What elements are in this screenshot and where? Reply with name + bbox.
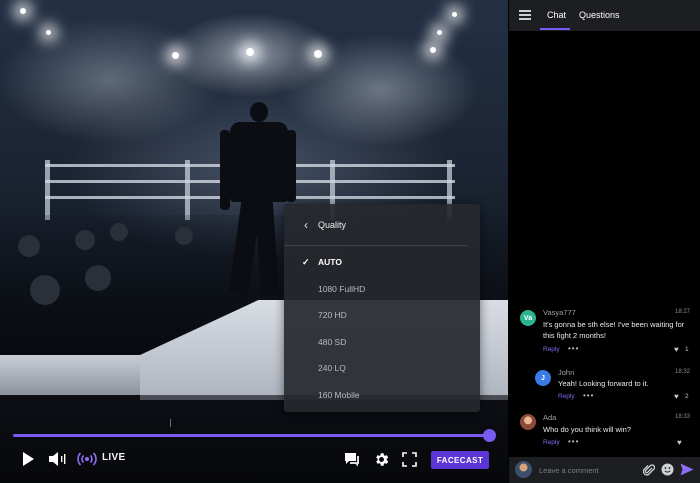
more-options-icon[interactable]: ••• (568, 344, 579, 353)
progress-handle[interactable] (483, 429, 496, 442)
comment-text-line: Who do you think will win? (543, 425, 631, 434)
stage-light (437, 30, 442, 35)
tab-questions[interactable]: Questions (579, 10, 620, 20)
facecast-button[interactable]: FACECAST (431, 451, 489, 469)
quality-menu-title: Quality (318, 219, 347, 230)
progress-bar[interactable] (13, 434, 489, 437)
quality-option-label: 720 HD (318, 310, 347, 321)
chat-panel: Chat Questions Va Vasya777 18:27 It's go… (509, 0, 700, 483)
like-count: 2 (685, 393, 689, 400)
reply-link[interactable]: Reply (543, 346, 560, 353)
stage-light (430, 47, 436, 53)
quality-option-1080[interactable]: 1080 FullHD (284, 276, 480, 303)
like-count: 1 (685, 346, 689, 353)
stage-light (20, 8, 26, 14)
quality-option-240[interactable]: 240 LQ (284, 355, 480, 382)
chat-header: Chat Questions (509, 0, 700, 31)
volume-icon[interactable] (48, 451, 68, 467)
play-icon[interactable] (21, 451, 35, 467)
chat-toggle-icon[interactable] (344, 452, 360, 467)
emoji-icon[interactable] (661, 463, 674, 476)
quality-menu-back[interactable]: ‹ Quality (284, 204, 468, 246)
heart-icon[interactable]: ♥ (677, 438, 682, 447)
quality-option-label: 1080 FullHD (318, 283, 366, 294)
paperclip-icon[interactable] (642, 463, 656, 477)
avatar (520, 414, 536, 430)
comment-author: Ada (543, 413, 557, 422)
quality-option-160[interactable]: 160 Mobile (284, 382, 480, 409)
gear-icon[interactable] (373, 451, 390, 468)
comment-time: 18:32 (675, 369, 691, 375)
comment-input[interactable] (539, 463, 639, 477)
progress-marker (170, 419, 171, 427)
chevron-left-icon: ‹ (304, 217, 308, 232)
stage-light (314, 50, 322, 58)
reply-link[interactable]: Reply (558, 393, 575, 400)
chat-comment: Ada 18:33 Who do you think will win? Rep… (509, 411, 700, 451)
checkmark-icon: ✓ (302, 256, 310, 267)
quality-menu: ‹ Quality ✓ AUTO 1080 FullHD 720 HD 480 … (284, 204, 480, 412)
comment-text-line: Yeah! Looking forward to it. (558, 379, 649, 388)
comment-author: John (558, 368, 575, 377)
video-player[interactable]: ‹ Quality ✓ AUTO 1080 FullHD 720 HD 480 … (0, 0, 508, 483)
avatar: Va (520, 310, 536, 326)
menu-icon[interactable] (519, 10, 531, 20)
comment-author: Vasya777 (543, 308, 576, 317)
fighter-silhouette (250, 102, 268, 122)
quality-option-720[interactable]: 720 HD (284, 302, 480, 329)
comment-text-line: It's gonna be sth else! I've been waitin… (543, 320, 685, 329)
comment-time: 18:33 (675, 414, 691, 420)
stage-light (172, 52, 179, 59)
fullscreen-icon[interactable] (402, 452, 417, 467)
comment-input-bar (509, 457, 700, 483)
quality-option-label: 240 LQ (318, 363, 346, 374)
reply-link[interactable]: Reply (543, 439, 560, 446)
comment-text-line: this fight 2 months! (543, 331, 606, 340)
stage-light (246, 48, 254, 56)
avatar: J (535, 370, 551, 386)
heart-icon[interactable]: ♥ (674, 392, 679, 401)
avatar (515, 461, 532, 478)
stage-light (452, 12, 457, 17)
comment-time: 18:27 (675, 309, 691, 315)
tab-chat[interactable]: Chat (547, 10, 566, 20)
chat-comment: Va Vasya777 18:27 It's gonna be sth else… (509, 306, 700, 358)
live-label: LIVE (102, 452, 126, 463)
quality-option-label: AUTO (318, 257, 342, 268)
quality-option-label: 480 SD (318, 336, 347, 347)
more-options-icon[interactable]: ••• (568, 437, 579, 446)
quality-option-auto[interactable]: ✓ AUTO (284, 249, 480, 276)
stage-light (46, 30, 51, 35)
send-icon[interactable] (680, 463, 694, 476)
chat-comment: J John 18:32 Yeah! Looking forward to it… (509, 366, 700, 406)
quality-option-label: 160 Mobile (318, 389, 360, 400)
fighter-silhouette (220, 130, 230, 210)
heart-icon[interactable]: ♥ (674, 345, 679, 354)
quality-option-480[interactable]: 480 SD (284, 329, 480, 356)
active-tab-indicator (540, 28, 570, 30)
live-broadcast-icon (77, 451, 97, 467)
more-options-icon[interactable]: ••• (583, 391, 594, 400)
fighter-silhouette (286, 130, 296, 202)
fighter-silhouette (230, 122, 288, 202)
